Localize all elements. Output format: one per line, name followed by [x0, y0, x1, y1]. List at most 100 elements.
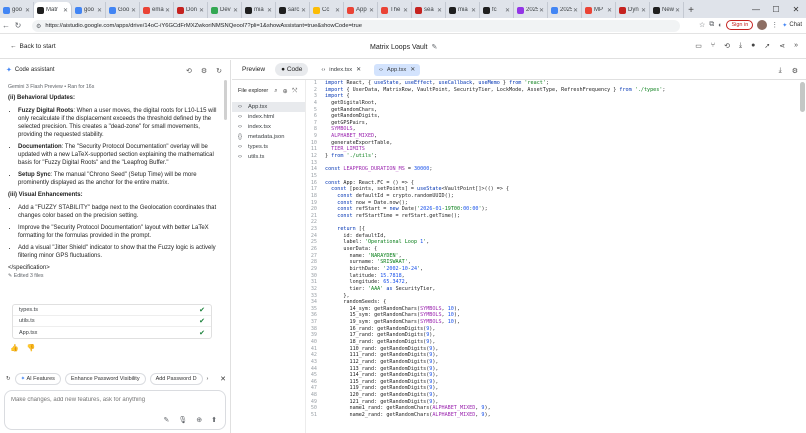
new-tab-button[interactable]: + [684, 2, 698, 18]
mic-icon[interactable]: 🎙 [178, 416, 187, 424]
close-tab-icon[interactable]: ✕ [63, 7, 68, 14]
search-icon[interactable]: ⌕ [274, 88, 277, 95]
chip-ai-features[interactable]: ✦ AI Features [14, 373, 61, 385]
browser-tab[interactable]: The ✕ [378, 2, 412, 18]
browser-tab[interactable]: goo ✕ [0, 2, 34, 18]
browser-tab[interactable]: 2025✕ [548, 2, 582, 18]
chevron-right-icon[interactable]: › [207, 376, 209, 382]
reload-icon[interactable]: ↻ [12, 21, 24, 30]
close-tab-icon[interactable]: ✕ [267, 7, 272, 14]
pen-icon[interactable]: ✎ [163, 416, 169, 424]
close-tab-icon[interactable]: ✕ [539, 7, 544, 14]
menu-dots-icon[interactable]: ⋮ [771, 21, 778, 29]
edited-file-row[interactable]: App.tsx ✔ [13, 327, 211, 338]
back-to-start-link[interactable]: ← Back to start [10, 43, 56, 50]
browser-tab[interactable]: goo ✕ [72, 2, 106, 18]
file-tree-item[interactable]: ‹› utils.ts [232, 152, 305, 162]
prompt-input[interactable] [11, 397, 211, 403]
share-fork-icon[interactable]: ⑂ [711, 42, 715, 50]
sign-in-button[interactable]: Sign in [726, 20, 754, 30]
browser-tab[interactable]: mia ✕ [446, 2, 480, 18]
close-icon[interactable]: ✕ [356, 67, 361, 73]
file-tab-index-tsx[interactable]: ‹› index.tsx ✕ [316, 64, 366, 76]
add-icon[interactable]: ⊕ [196, 416, 202, 424]
close-tab-icon[interactable]: ✕ [437, 7, 442, 14]
file-tree-item[interactable]: {} metadata.json [232, 132, 305, 142]
edited-file-row[interactable]: utils.ts ✔ [13, 316, 211, 327]
bookmark-star-icon[interactable]: ☆ [699, 21, 705, 29]
settings-gear-icon[interactable]: ⚙ [201, 67, 207, 75]
tab-preview[interactable]: Preview [236, 63, 271, 76]
close-icon[interactable]: ✕ [410, 67, 415, 73]
close-window-icon[interactable]: ✕ [786, 0, 806, 18]
close-tab-icon[interactable]: ✕ [233, 7, 238, 14]
avatar[interactable] [757, 20, 768, 30]
site-info-icon[interactable]: ⚙ [36, 23, 41, 30]
history-icon[interactable]: ⟲ [186, 67, 192, 75]
device-icon[interactable]: ▭ [695, 42, 702, 50]
browser-tab[interactable]: Cc ✕ [310, 2, 344, 18]
close-tab-icon[interactable]: ✕ [573, 7, 578, 14]
file-tree-item[interactable]: ‹› index.html [232, 112, 305, 122]
chat-button[interactable]: ✦ Chat [782, 22, 802, 29]
browser-tab[interactable]: mia ✕ [242, 2, 276, 18]
file-tree-item[interactable]: ‹› App.tsx [232, 102, 305, 112]
send-icon[interactable]: ⬆ [211, 416, 217, 424]
browser-tab[interactable]: MP ✕ [582, 2, 616, 18]
thumbs-up-icon[interactable]: 👍 [10, 344, 19, 352]
github-icon[interactable]: ● [751, 42, 755, 50]
close-tab-icon[interactable]: ✕ [335, 7, 340, 14]
browser-tab[interactable]: fc ✕ [480, 2, 514, 18]
collapse-icon[interactable]: ⤲ [293, 88, 298, 95]
close-tab-icon[interactable]: ✕ [471, 7, 476, 14]
tab-code[interactable]: ● Code [275, 63, 309, 76]
file-tree-item[interactable]: ‹› index.tsx [232, 122, 305, 132]
browser-tab[interactable]: sea ✕ [412, 2, 446, 18]
close-tab-icon[interactable]: ✕ [607, 7, 612, 14]
collapse-panel-icon[interactable]: » [794, 42, 798, 50]
browser-tab[interactable]: Dev ✕ [208, 2, 242, 18]
close-tab-icon[interactable]: ✕ [675, 7, 680, 14]
close-tab-icon[interactable]: ✕ [199, 7, 204, 14]
back-arrow-icon[interactable]: ← [0, 21, 12, 30]
close-tab-icon[interactable]: ✕ [641, 7, 646, 14]
minimize-icon[interactable]: — [746, 0, 766, 18]
assistant-scrollbar[interactable] [224, 80, 227, 120]
refresh-icon[interactable]: ↻ [216, 67, 222, 75]
chip-enhance-password[interactable]: Enhance Password Visibility [64, 373, 146, 385]
settings-gear-icon[interactable]: ⚙ [792, 67, 798, 75]
browser-tab[interactable]: App ✕ [344, 2, 378, 18]
chip-add-password[interactable]: Add Password D [149, 373, 203, 385]
close-tab-icon[interactable]: ✕ [97, 7, 102, 14]
browser-tab[interactable]: sarc ✕ [276, 2, 310, 18]
download-icon[interactable]: ⤓ [779, 67, 782, 75]
edited-file-row[interactable]: types.ts ✔ [13, 305, 211, 316]
close-tab-icon[interactable]: ✕ [165, 7, 170, 14]
close-tab-icon[interactable]: ✕ [301, 7, 306, 14]
browser-tab[interactable]: ema ✕ [140, 2, 174, 18]
file-tree-item[interactable]: ‹› types.ts [232, 142, 305, 152]
maximize-icon[interactable]: ☐ [766, 0, 786, 18]
close-icon[interactable]: ✕ [220, 375, 226, 383]
code-editor[interactable]: 1 import React, { useState, useEffect, us… [307, 80, 799, 433]
extensions-icon[interactable]: ⧉ [709, 21, 714, 29]
browser-tab[interactable]: 2025✕ [514, 2, 548, 18]
browser-tab[interactable]: Don ✕ [174, 2, 208, 18]
url-omnibox[interactable]: ⚙ https://aistudio.google.com/apps/drive… [32, 20, 680, 32]
browser-tab[interactable]: New ✕ [650, 2, 684, 18]
share-icon[interactable]: ⋖ [779, 42, 785, 50]
close-tab-icon[interactable]: ✕ [369, 7, 374, 14]
close-tab-icon[interactable]: ✕ [131, 7, 136, 14]
close-tab-icon[interactable]: ✕ [403, 7, 408, 14]
close-tab-icon[interactable]: ✕ [25, 7, 30, 14]
rerun-icon[interactable]: ↻ [6, 376, 11, 382]
thumbs-down-icon[interactable]: 👎 [27, 344, 36, 352]
profile-icon[interactable]: ◐ [718, 22, 722, 29]
new-file-icon[interactable]: ⊕ [283, 88, 288, 95]
history-icon[interactable]: ⟲ [724, 42, 730, 50]
browser-tab[interactable]: Matr ✕ [34, 2, 72, 18]
file-tab-app-tsx[interactable]: ‹› App.tsx ✕ [374, 63, 421, 76]
pencil-edit-icon[interactable]: ✎ [431, 43, 437, 51]
browser-tab[interactable]: Dyn ✕ [616, 2, 650, 18]
deploy-rocket-icon[interactable]: ➚ [764, 42, 770, 50]
